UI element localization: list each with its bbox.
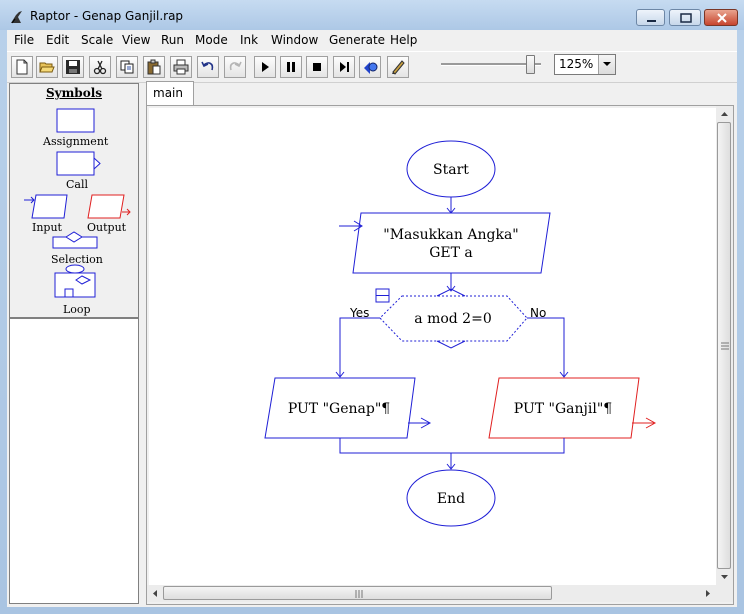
loop-label: Loop xyxy=(63,303,91,316)
open-button[interactable] xyxy=(36,56,58,78)
copy-button[interactable] xyxy=(116,56,138,78)
minimize-icon xyxy=(647,20,656,22)
menu-scale[interactable]: Scale xyxy=(81,33,113,47)
flowchart-canvas[interactable]: Start "Masukkan Angka" GET a a mod 2=0 Y… xyxy=(149,108,716,585)
input-node[interactable] xyxy=(352,212,551,274)
scroll-down-icon[interactable] xyxy=(716,569,733,585)
put-genap-text: PUT "Genap"¶ xyxy=(288,401,390,417)
client-area: File Edit Scale View Run Mode Ink Window… xyxy=(7,30,737,607)
pen-button[interactable] xyxy=(387,56,409,78)
save-icon xyxy=(66,60,80,74)
menu-run[interactable]: Run xyxy=(161,33,184,47)
maximize-button[interactable] xyxy=(669,9,701,26)
copy-icon xyxy=(120,60,134,74)
scroll-corner xyxy=(716,585,733,602)
watch-panel xyxy=(9,318,139,604)
selection-symbol[interactable] xyxy=(52,231,98,249)
put-ganjil-text: PUT "Ganjil"¶ xyxy=(514,401,612,417)
print-button[interactable] xyxy=(170,56,192,78)
window-title: Raptor - Genap Ganjil.rap xyxy=(30,9,184,23)
input-var-text: GET a xyxy=(429,245,473,261)
condition-text: a mod 2=0 xyxy=(414,311,491,327)
menu-ink[interactable]: Ink xyxy=(240,33,258,47)
close-icon xyxy=(717,13,727,23)
call-label: Call xyxy=(66,178,89,191)
compile-button[interactable] xyxy=(359,56,381,78)
horizontal-scroll-thumb[interactable] xyxy=(163,586,552,600)
scroll-up-icon[interactable] xyxy=(716,106,733,122)
redo-icon xyxy=(229,61,242,71)
compile-icon xyxy=(364,62,378,74)
call-symbol[interactable] xyxy=(56,151,101,176)
run-button[interactable] xyxy=(254,56,276,78)
menu-bar: File Edit Scale View Run Mode Ink Window… xyxy=(7,30,737,50)
zoom-value: 125% xyxy=(559,57,594,71)
loop-symbol[interactable] xyxy=(54,264,96,298)
menu-window[interactable]: Window xyxy=(271,33,318,47)
play-icon xyxy=(262,62,269,72)
pen-icon xyxy=(392,60,405,75)
paste-button[interactable] xyxy=(143,56,165,78)
save-button[interactable] xyxy=(62,56,84,78)
title-bar[interactable]: Raptor - Genap Ganjil.rap xyxy=(0,0,744,30)
raptor-app-icon xyxy=(11,11,22,24)
menu-view[interactable]: View xyxy=(122,33,150,47)
start-text: Start xyxy=(433,162,469,178)
maximize-icon xyxy=(680,13,692,23)
menu-file[interactable]: File xyxy=(14,33,34,47)
pause-icon xyxy=(287,62,295,72)
step-button[interactable] xyxy=(333,56,355,78)
grip-icon xyxy=(355,590,363,598)
stop-button[interactable] xyxy=(306,56,328,78)
scroll-left-icon[interactable] xyxy=(147,585,163,602)
flowchart-frame: Start "Masukkan Angka" GET a a mod 2=0 Y… xyxy=(146,105,734,605)
flowchart-svg: Start "Masukkan Angka" GET a a mod 2=0 Y… xyxy=(264,140,657,527)
menu-help[interactable]: Help xyxy=(390,33,417,47)
output-label: Output xyxy=(87,221,127,234)
output-symbol[interactable] xyxy=(87,194,131,219)
paste-icon xyxy=(147,59,161,75)
input-prompt-text: "Masukkan Angka" xyxy=(383,227,518,243)
horizontal-scrollbar[interactable] xyxy=(147,585,716,602)
stop-icon xyxy=(313,63,321,71)
vertical-scrollbar[interactable] xyxy=(716,106,733,585)
speed-slider-thumb[interactable] xyxy=(526,55,535,74)
printer-icon xyxy=(173,59,189,75)
scissors-icon xyxy=(93,60,107,75)
open-folder-icon xyxy=(39,62,55,73)
undo-icon xyxy=(201,61,214,71)
redo-button[interactable] xyxy=(224,56,246,78)
scroll-right-icon[interactable] xyxy=(700,585,716,602)
end-text: End xyxy=(437,491,465,507)
grip-icon xyxy=(721,342,729,350)
new-file-button[interactable] xyxy=(11,56,33,78)
selection-label: Selection xyxy=(51,253,103,266)
undo-button[interactable] xyxy=(197,56,219,78)
vertical-scroll-thumb[interactable] xyxy=(717,122,731,569)
menu-mode[interactable]: Mode xyxy=(195,33,228,47)
close-button[interactable] xyxy=(704,9,738,26)
new-file-icon xyxy=(16,59,28,75)
tab-main-label: main xyxy=(153,86,183,100)
input-label: Input xyxy=(32,221,62,234)
assignment-label: Assignment xyxy=(43,135,109,148)
menu-edit[interactable]: Edit xyxy=(46,33,69,47)
zoom-dropdown[interactable]: 125% xyxy=(554,54,616,75)
raptor-window: Raptor - Genap Ganjil.rap File Edit Scal… xyxy=(0,0,744,614)
pause-button[interactable] xyxy=(280,56,302,78)
menu-generate[interactable]: Generate xyxy=(329,33,385,47)
step-icon xyxy=(340,62,349,72)
toolbar: 125% xyxy=(7,51,737,83)
assignment-symbol[interactable] xyxy=(56,108,95,133)
minimize-button[interactable] xyxy=(636,9,665,26)
cut-button[interactable] xyxy=(89,56,111,78)
chevron-down-icon xyxy=(603,62,611,66)
symbols-shapes xyxy=(24,108,131,298)
input-symbol[interactable] xyxy=(24,194,68,219)
zoom-dropdown-arrow[interactable] xyxy=(598,55,615,74)
tab-main[interactable]: main xyxy=(146,81,194,105)
symbols-panel: Symbols Assignment Call Input Output Sel… xyxy=(9,83,139,318)
